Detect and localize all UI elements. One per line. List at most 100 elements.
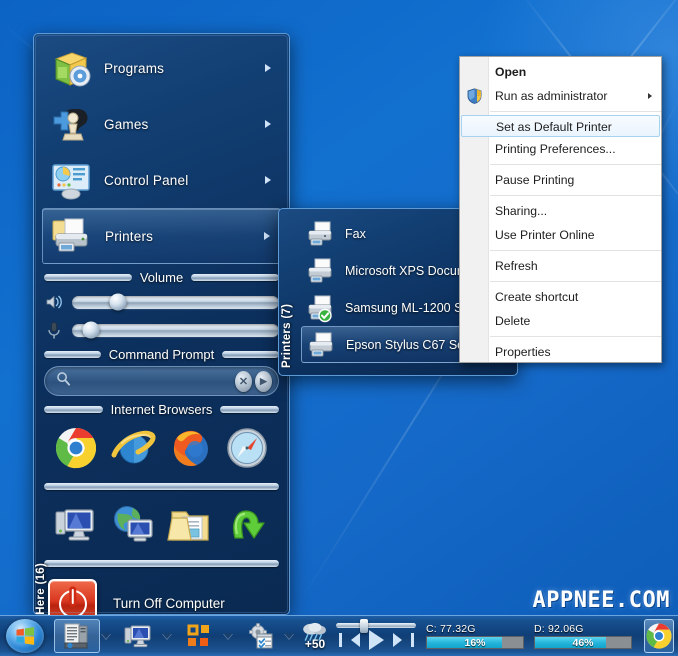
chevron-right-icon <box>265 64 271 72</box>
disk-label: D: 92.06G <box>534 623 584 635</box>
chevron-down-icon[interactable] <box>162 633 172 639</box>
my-computer-taskbar-icon <box>124 622 152 650</box>
chrome-icon[interactable] <box>53 425 99 471</box>
slider-knob[interactable] <box>109 293 127 311</box>
documents-folder-icon[interactable] <box>167 502 213 548</box>
chevron-right-icon <box>265 176 271 184</box>
downloads-icon[interactable] <box>224 502 270 548</box>
command-prompt-box[interactable]: ✕ ▶ <box>44 366 279 396</box>
slider-knob[interactable] <box>82 321 100 339</box>
disk-percent: 46% <box>572 637 594 649</box>
printer-item-label: Microsoft XPS Docum <box>345 263 468 278</box>
run-button[interactable]: ▶ <box>255 370 272 392</box>
context-menu-item-open[interactable]: Open <box>460 60 661 84</box>
chevron-right-icon <box>265 120 271 128</box>
printer-context-menu: Open Run as administrator Set as Default… <box>459 56 662 363</box>
taskbar-item-settings[interactable] <box>237 619 298 653</box>
context-menu-item-set-as-default-printer[interactable]: Set as Default Printer <box>461 115 660 137</box>
explorer-icon <box>63 622 91 650</box>
media-seek-slider[interactable] <box>336 618 416 633</box>
context-menu-item-label: Set as Default Printer <box>496 120 612 134</box>
printers-tab[interactable]: Printers (7) <box>281 258 293 368</box>
context-menu-item-refresh[interactable]: Refresh <box>460 254 661 278</box>
explorer-button[interactable] <box>54 619 100 653</box>
divider <box>490 164 661 165</box>
start-menu-item-programs[interactable]: Programs <box>42 40 281 96</box>
printer-item-label: Samsung ML-1200 Ser <box>345 300 474 315</box>
chevron-down-icon[interactable] <box>223 633 233 639</box>
my-computer-button[interactable] <box>115 619 161 653</box>
divider <box>490 281 661 282</box>
divider <box>222 351 280 358</box>
start-menu-item-games[interactable]: Games <box>42 96 281 152</box>
media-seek-thumb[interactable] <box>360 618 368 633</box>
taskbar-item-office[interactable] <box>176 619 237 653</box>
disk-meter-c[interactable]: C: 77.32G 16% <box>426 623 524 649</box>
context-menu-item-pause-printing[interactable]: Pause Printing <box>460 168 661 192</box>
previous-track-icon[interactable] <box>338 632 360 647</box>
start-menu-item-label: Control Panel <box>104 172 189 188</box>
chevron-down-icon[interactable] <box>284 633 294 639</box>
command-prompt-input[interactable] <box>55 374 232 388</box>
network-icon[interactable] <box>110 502 156 548</box>
taskbar-item-chrome[interactable] <box>644 619 674 653</box>
start-menu-item-label: Games <box>104 116 149 132</box>
firefox-icon[interactable] <box>167 425 213 471</box>
office-icon <box>185 622 213 650</box>
start-menu-item-printers[interactable]: Printers <box>42 208 281 264</box>
speaker-volume-slider-row <box>44 291 279 313</box>
clear-button[interactable]: ✕ <box>235 370 252 392</box>
my-computer-icon[interactable] <box>53 502 99 548</box>
microphone-icon <box>44 320 64 340</box>
weather-temperature: +50 <box>304 637 326 651</box>
start-menu-item-label: Printers <box>105 228 154 244</box>
chevron-down-icon[interactable] <box>101 633 111 639</box>
internet-explorer-icon[interactable] <box>110 425 156 471</box>
context-menu-item-use-printer-online[interactable]: Use Printer Online <box>460 223 661 247</box>
media-buttons <box>338 629 414 650</box>
context-menu-item-label: Run as administrator <box>495 89 608 103</box>
context-menu-item-sharing[interactable]: Sharing... <box>460 199 661 223</box>
office-button[interactable] <box>176 619 222 653</box>
taskbar-item-my-computer[interactable] <box>115 619 176 653</box>
appnee-watermark: APPNEE.COM <box>532 588 670 613</box>
printer-icon <box>306 330 336 360</box>
settings-tasks-icon <box>246 622 274 650</box>
chevron-right-icon <box>648 93 652 99</box>
context-menu-item-printing-preferences[interactable]: Printing Preferences... <box>460 137 661 161</box>
context-menu-item-delete[interactable]: Delete <box>460 309 661 333</box>
divider <box>191 274 279 281</box>
divider <box>490 195 661 196</box>
start-menu-item-control-panel[interactable]: Control Panel <box>42 152 281 208</box>
microphone-volume-slider[interactable] <box>72 321 279 339</box>
divider <box>490 336 661 337</box>
safari-icon[interactable] <box>224 425 270 471</box>
context-menu-item-run-as-administrator[interactable]: Run as administrator <box>460 84 661 108</box>
play-icon[interactable] <box>368 629 384 650</box>
disk-label: C: 77.32G <box>426 623 476 635</box>
next-track-icon[interactable] <box>392 632 414 647</box>
disk-bar: 16% <box>426 636 524 649</box>
start-menu-item-label: Programs <box>104 60 165 76</box>
turn-off-computer-label: Turn Off Computer <box>113 596 225 611</box>
disk-bar: 46% <box>534 636 632 649</box>
context-menu-item-properties[interactable]: Properties <box>460 340 661 364</box>
context-menu-item-label: Create shortcut <box>495 290 579 304</box>
divider <box>44 274 132 281</box>
printer-folder-icon <box>49 213 95 259</box>
divider <box>44 483 279 490</box>
power-icon <box>58 589 87 618</box>
context-menu-item-create-shortcut[interactable]: Create shortcut <box>460 285 661 309</box>
speaker-volume-slider[interactable] <box>72 293 279 311</box>
context-menu-item-label: Use Printer Online <box>495 228 595 242</box>
speaker-icon <box>44 292 64 312</box>
taskbar-item-explorer[interactable] <box>54 619 115 653</box>
programs-box-icon <box>48 45 94 91</box>
divider <box>490 111 661 112</box>
disk-meter-d[interactable]: D: 92.06G 46% <box>534 623 632 649</box>
start-orb-icon[interactable] <box>6 619 44 653</box>
printer-icon <box>305 256 335 286</box>
chrome-taskbar-icon <box>645 622 673 650</box>
settings-button[interactable] <box>237 619 283 653</box>
taskbar-weather-widget[interactable]: +50 <box>298 621 332 651</box>
